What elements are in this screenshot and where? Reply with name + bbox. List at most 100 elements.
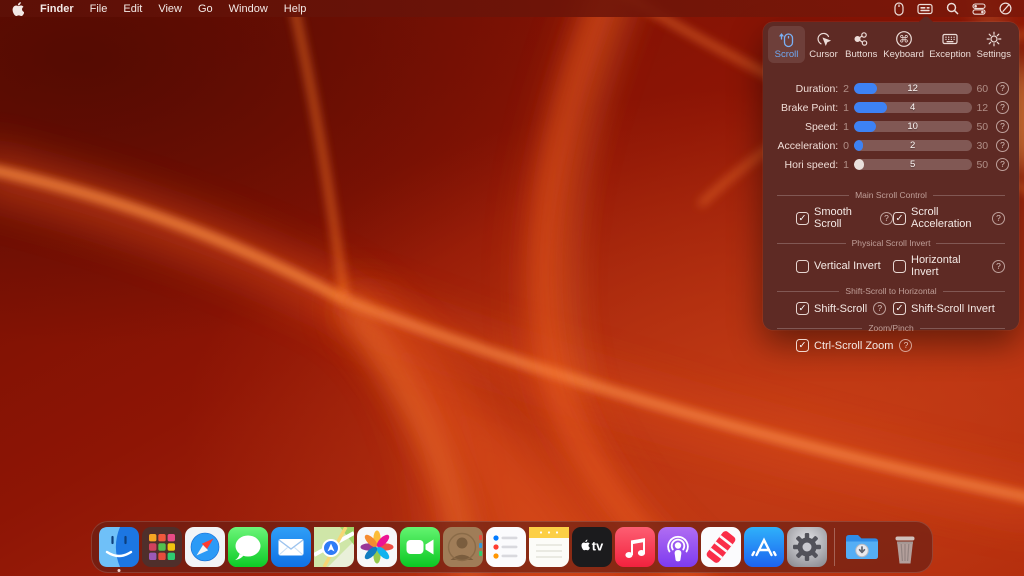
dock-item-facetime[interactable]: [400, 527, 440, 567]
finder-icon: [99, 527, 139, 567]
checkbox-box[interactable]: ✓: [796, 339, 809, 352]
slider-value: 10: [854, 121, 972, 132]
dock-item-contacts[interactable]: [443, 527, 483, 567]
running-indicator: [118, 569, 121, 572]
menu-item-view[interactable]: View: [158, 3, 182, 15]
tab-label: Cursor: [809, 49, 838, 60]
checkbox-scroll-acceleration[interactable]: ✓ Scroll Acceleration ?: [893, 206, 1005, 230]
reminders-icon: [486, 527, 526, 567]
dock-item-notes[interactable]: [529, 527, 569, 567]
dock-item-reminders[interactable]: [486, 527, 526, 567]
section-title: Zoom/Pinch: [868, 323, 913, 333]
section-divider: Main Scroll Control: [777, 190, 1005, 200]
popover-tab-bar: Scroll Cursor Buttons ⌘ Keyboard Excepti…: [763, 22, 1019, 63]
dock-item-downloads[interactable]: [842, 527, 882, 567]
hori-speed-slider[interactable]: 5: [854, 159, 972, 170]
acceleration-slider[interactable]: 2: [854, 140, 972, 151]
help-icon[interactable]: ?: [996, 158, 1009, 171]
checkbox-box[interactable]: [796, 260, 809, 273]
menu-item-active-app[interactable]: Finder: [40, 3, 74, 15]
dock-item-finder[interactable]: [99, 527, 139, 567]
help-icon[interactable]: ?: [996, 101, 1009, 114]
checkbox-horizontal-invert[interactable]: Horizontal Invert ?: [893, 254, 1005, 278]
tab-cursor[interactable]: Cursor: [805, 26, 842, 63]
checkbox-label: Shift-Scroll: [814, 303, 867, 315]
menu-item-window[interactable]: Window: [229, 3, 268, 15]
keyboard-input-icon[interactable]: [917, 3, 933, 15]
help-icon[interactable]: ?: [992, 260, 1005, 273]
help-icon[interactable]: ?: [996, 139, 1009, 152]
tab-label: Settings: [977, 49, 1011, 60]
checkbox-row: ✓ Ctrl-Scroll Zoom ?: [777, 339, 1005, 352]
system-settings-icon: [787, 527, 827, 567]
mouse-icon[interactable]: [894, 2, 904, 16]
control-center-icon[interactable]: [972, 3, 986, 15]
checkbox-box[interactable]: [893, 260, 906, 273]
duration-slider[interactable]: 12: [854, 83, 972, 94]
slider-row-speed: Speed: 1 10 50 ?: [773, 117, 1009, 136]
svg-text:tv: tv: [592, 539, 604, 554]
checkbox-ctrl-scroll-zoom[interactable]: ✓ Ctrl-Scroll Zoom ?: [796, 339, 912, 352]
scroll-mouse-icon: [778, 30, 796, 48]
tab-buttons[interactable]: Buttons: [842, 26, 881, 63]
menu-item-edit[interactable]: Edit: [123, 3, 142, 15]
dock-item-music[interactable]: [615, 527, 655, 567]
dock-item-mail[interactable]: [271, 527, 311, 567]
checkbox-shift-scroll-invert[interactable]: ✓ Shift-Scroll Invert: [893, 302, 995, 315]
dock-item-messages[interactable]: [228, 527, 268, 567]
messages-icon: [228, 527, 268, 567]
speed-slider[interactable]: 10: [854, 121, 972, 132]
dock-item-tv[interactable]: tv: [572, 527, 612, 567]
menu-item-file[interactable]: File: [90, 3, 108, 15]
dock-item-app-store[interactable]: [744, 527, 784, 567]
launchpad-icon: [142, 527, 182, 567]
tab-exception[interactable]: Exception: [927, 26, 974, 63]
dock-item-news[interactable]: [701, 527, 741, 567]
checkbox-label: Vertical Invert: [814, 260, 881, 272]
help-icon[interactable]: ?: [880, 212, 893, 225]
checkbox-box[interactable]: ✓: [893, 212, 906, 225]
checkbox-box[interactable]: ✓: [796, 302, 809, 315]
slider-max: 60: [972, 83, 993, 95]
dock-item-safari[interactable]: [185, 527, 225, 567]
tab-settings[interactable]: Settings: [974, 26, 1014, 63]
help-icon[interactable]: ?: [996, 120, 1009, 133]
checkbox-vertical-invert[interactable]: Vertical Invert: [796, 254, 893, 278]
checkbox-box[interactable]: ✓: [893, 302, 906, 315]
tab-keyboard[interactable]: ⌘ Keyboard: [881, 26, 927, 63]
slider-value: 4: [854, 102, 972, 113]
dock-item-maps[interactable]: [314, 527, 354, 567]
command-key-icon: ⌘: [895, 30, 913, 48]
slider-label: Acceleration:: [773, 140, 838, 152]
checkbox-label: Horizontal Invert: [911, 254, 986, 278]
help-icon[interactable]: ?: [899, 339, 912, 352]
dock-item-photos[interactable]: [357, 527, 397, 567]
help-icon[interactable]: ?: [992, 212, 1005, 225]
dock-item-trash[interactable]: [885, 527, 925, 567]
checkbox-row: ✓ Smooth Scroll ? ✓ Scroll Acceleration …: [777, 206, 1005, 230]
checkbox-label: Ctrl-Scroll Zoom: [814, 340, 893, 352]
slider-value: 12: [854, 83, 972, 94]
cursor-click-icon: [815, 30, 833, 48]
help-icon[interactable]: ?: [996, 82, 1009, 95]
slider-label: Brake Point:: [773, 102, 838, 114]
svg-text:⌘: ⌘: [899, 35, 909, 46]
checkbox-label: Smooth Scroll: [814, 206, 874, 230]
slider-value: 2: [854, 140, 972, 151]
help-icon[interactable]: ?: [873, 302, 886, 315]
slider-min: 0: [838, 140, 854, 152]
menu-item-go[interactable]: Go: [198, 3, 213, 15]
menu-item-help[interactable]: Help: [284, 3, 307, 15]
apple-menu[interactable]: [12, 2, 24, 16]
brake-point-slider[interactable]: 4: [854, 102, 972, 113]
checkbox-shift-scroll[interactable]: ✓ Shift-Scroll ?: [796, 302, 893, 315]
dock-item-podcasts[interactable]: [658, 527, 698, 567]
checkbox-smooth-scroll[interactable]: ✓ Smooth Scroll ?: [796, 206, 893, 230]
spotlight-icon[interactable]: [946, 2, 959, 15]
checkbox-box[interactable]: ✓: [796, 212, 809, 225]
dock-item-launchpad[interactable]: [142, 527, 182, 567]
tab-scroll[interactable]: Scroll: [768, 26, 805, 63]
clock-icon[interactable]: [999, 2, 1012, 15]
section-divider: Shift-Scroll to Horizontal: [777, 286, 1005, 296]
dock-item-system-settings[interactable]: [787, 527, 827, 567]
